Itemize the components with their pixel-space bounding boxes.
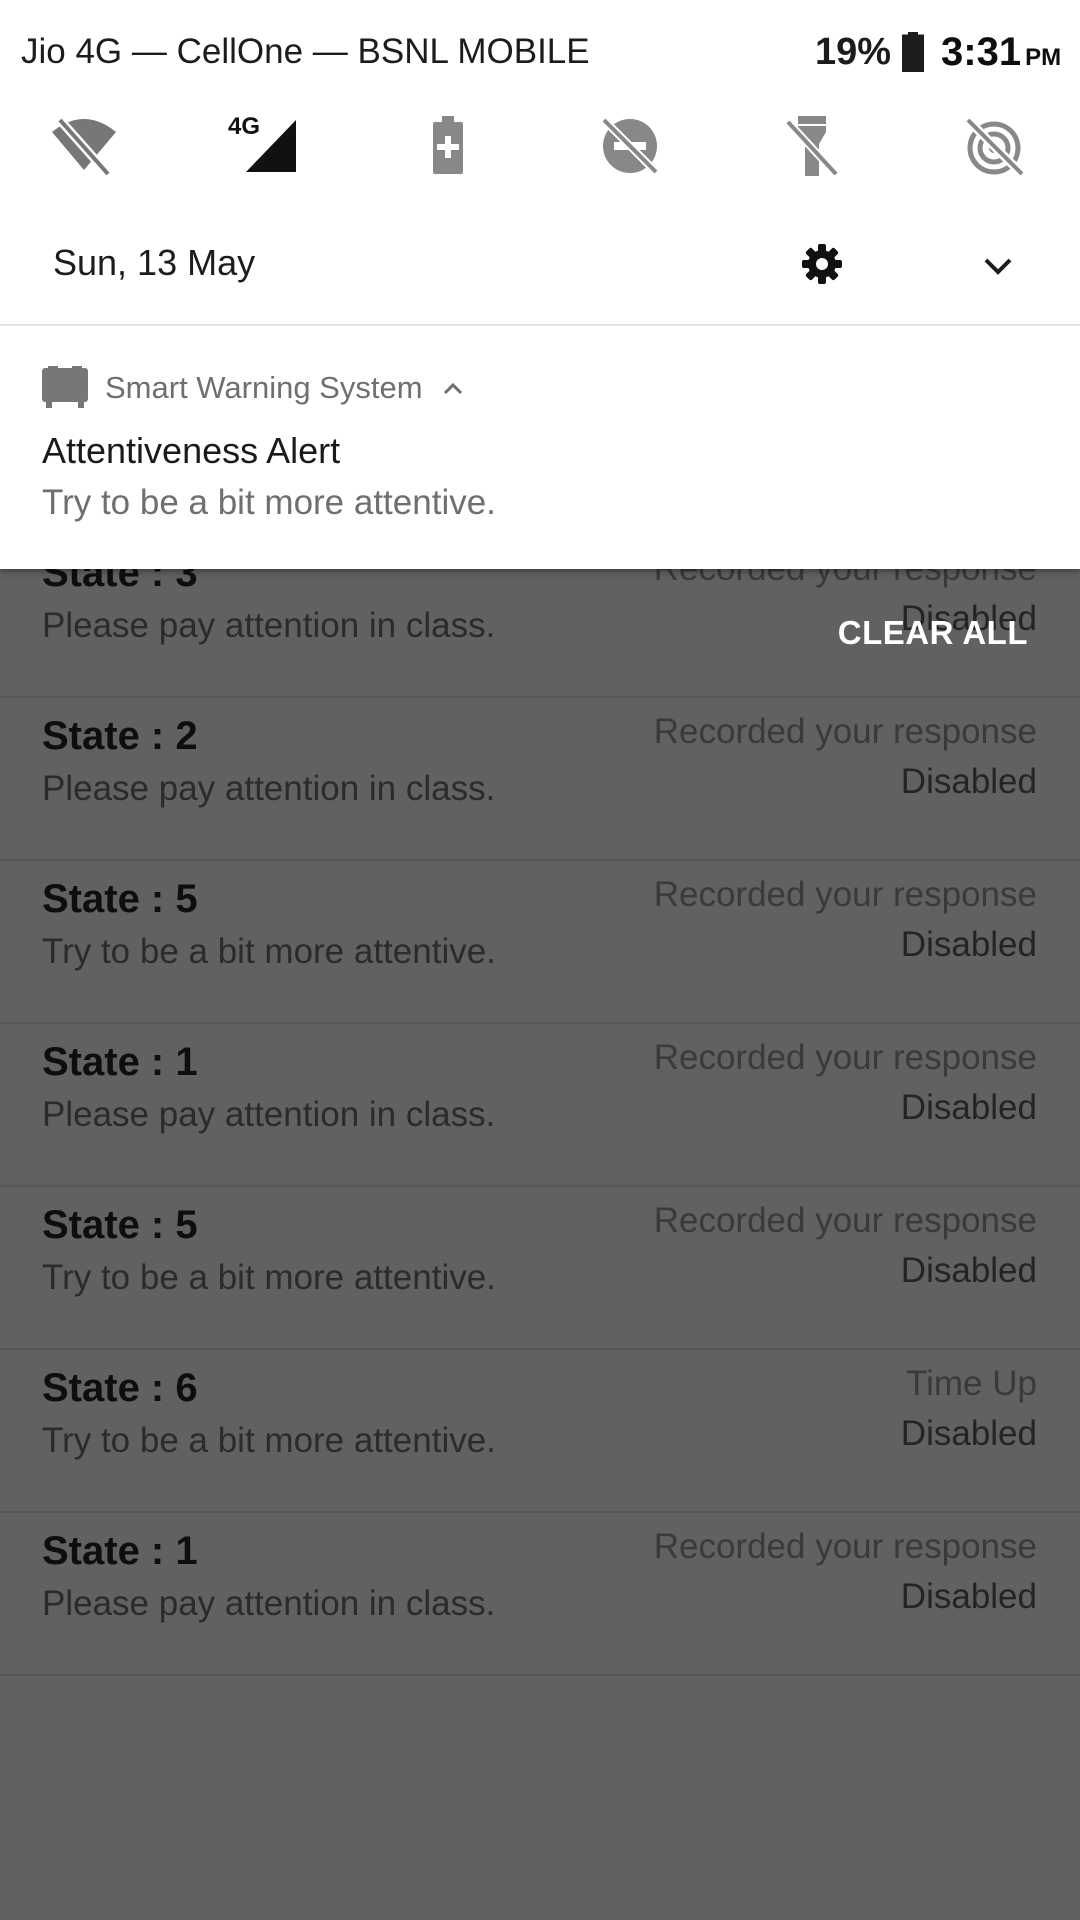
list-item[interactable]: State : 1 Please pay attention in class.… — [0, 1024, 1080, 1187]
state-label: State : 1 — [42, 1529, 198, 1573]
state-message: Please pay attention in class. — [42, 1584, 496, 1623]
state-message: Try to be a bit more attentive. — [42, 932, 496, 971]
date-label: Sun, 13 May — [53, 242, 256, 283]
quick-settings: 4G — [0, 108, 1080, 186]
state-label: State : 5 — [42, 1203, 198, 1247]
state-message: Please pay attention in class. — [42, 606, 496, 645]
response-text: Recorded your response — [653, 875, 1037, 914]
network-type-label: 4G — [228, 113, 260, 140]
chevron-down-icon[interactable] — [980, 248, 1016, 284]
app-name: Smart Warning System — [105, 370, 423, 405]
list-item[interactable]: State : 2 Please pay attention in class.… — [0, 698, 1080, 861]
state-message: Try to be a bit more attentive. — [42, 1258, 496, 1297]
flashlight-off-icon[interactable] — [774, 108, 850, 184]
list-item[interactable]: State : 6 Try to be a bit more attentive… — [0, 1350, 1080, 1513]
clock-ampm: PM — [1025, 44, 1062, 71]
location-off-icon[interactable] — [956, 108, 1032, 184]
battery-icon — [902, 32, 924, 72]
clear-all-button[interactable]: CLEAR ALL — [838, 614, 1028, 652]
state-label: State : 2 — [42, 714, 198, 758]
clock: 3:31 PM — [941, 30, 1061, 75]
notification-card[interactable]: Smart Warning System Attentiveness Alert… — [0, 326, 1080, 569]
wifi-off-icon[interactable] — [46, 108, 122, 184]
state-message: Try to be a bit more attentive. — [42, 1421, 496, 1460]
status-text: Disabled — [900, 1088, 1037, 1127]
clock-time: 3:31 — [941, 30, 1022, 74]
response-text: Recorded your response — [653, 712, 1037, 751]
carrier-label: Jio 4G — CellOne — BSNL MOBILE — [21, 32, 590, 71]
notification-text: Try to be a bit more attentive. — [42, 483, 496, 522]
status-text: Disabled — [900, 1251, 1037, 1290]
list-item[interactable]: State : 5 Try to be a bit more attentive… — [0, 1187, 1080, 1350]
list-item[interactable]: State : 5 Try to be a bit more attentive… — [0, 861, 1080, 1024]
response-text: Time Up — [906, 1364, 1037, 1403]
status-text: Disabled — [900, 1414, 1037, 1453]
response-text: Recorded your response — [653, 1527, 1037, 1566]
state-message: Please pay attention in class. — [42, 1095, 496, 1134]
status-text: Disabled — [900, 925, 1037, 964]
response-text: Recorded your response — [653, 1038, 1037, 1077]
cellular-4g-icon[interactable]: 4G — [228, 108, 304, 184]
status-text: Disabled — [900, 1577, 1037, 1616]
chevron-up-icon[interactable] — [440, 376, 466, 402]
list-item[interactable]: State : 1 Please pay attention in class.… — [0, 1513, 1080, 1676]
state-label: State : 5 — [42, 877, 198, 921]
battery-saver-icon[interactable] — [410, 108, 486, 184]
status-bar: Jio 4G — CellOne — BSNL MOBILE 19% 3:31 P… — [0, 0, 1080, 105]
notification-shade: Jio 4G — CellOne — BSNL MOBILE 19% 3:31 P… — [0, 0, 1080, 569]
status-text: Disabled — [900, 762, 1037, 801]
gear-icon[interactable] — [800, 242, 844, 286]
response-text: Recorded your response — [653, 1201, 1037, 1240]
battery-percent: 19% — [815, 31, 892, 73]
state-message: Please pay attention in class. — [42, 769, 496, 808]
do-not-disturb-off-icon[interactable] — [592, 108, 668, 184]
state-label: State : 6 — [42, 1366, 198, 1410]
shade-header: Sun, 13 May — [0, 230, 1080, 300]
app-icon — [42, 366, 88, 408]
state-label: State : 1 — [42, 1040, 198, 1084]
notification-title: Attentiveness Alert — [42, 430, 341, 471]
